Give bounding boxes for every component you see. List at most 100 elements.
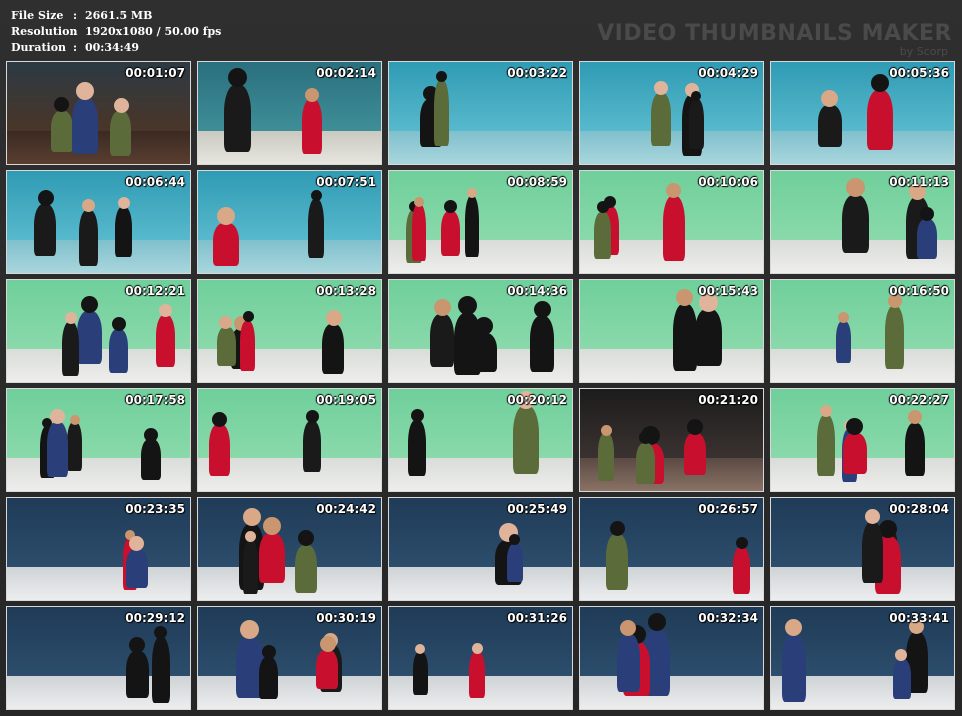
thumbnail-timestamp: 00:22:27 xyxy=(889,393,949,407)
figure-head xyxy=(908,410,922,424)
figure-head xyxy=(865,509,880,524)
figure-silhouette xyxy=(885,306,904,369)
figure-silhouette xyxy=(513,406,539,474)
figure-silhouette xyxy=(62,322,79,376)
video-thumbnail: 00:25:49 xyxy=(388,497,573,601)
figure-head xyxy=(509,534,520,545)
contact-sheet: File Size : 2661.5 MB Resolution : 1920x… xyxy=(0,0,962,716)
figure-head xyxy=(81,296,98,313)
figure-head xyxy=(243,508,261,526)
video-thumbnail: 00:14:36 xyxy=(388,279,573,383)
figure-silhouette xyxy=(34,204,56,256)
thumbnail-timestamp: 00:07:51 xyxy=(316,175,376,189)
figure-head xyxy=(311,190,322,201)
thumbnail-timestamp: 00:05:36 xyxy=(889,66,949,80)
figure-head xyxy=(458,296,477,315)
figure-silhouette xyxy=(606,534,628,590)
thumbnail-timestamp: 00:01:07 xyxy=(125,66,185,80)
file-info-panel: File Size : 2661.5 MB Resolution : 1920x… xyxy=(11,8,221,56)
scene-floor xyxy=(198,567,381,600)
figure-silhouette xyxy=(594,212,611,259)
figure-head xyxy=(217,207,235,225)
figure-silhouette xyxy=(782,635,806,702)
video-thumbnail: 00:04:29 xyxy=(579,61,764,165)
video-thumbnail: 00:32:34 xyxy=(579,606,764,710)
figure-silhouette xyxy=(598,433,614,481)
figure-silhouette xyxy=(316,650,338,689)
figure-silhouette xyxy=(243,540,258,594)
figure-head xyxy=(838,312,849,323)
figure-silhouette xyxy=(110,111,131,156)
figure-silhouette xyxy=(209,424,230,476)
figure-head xyxy=(54,97,69,112)
figure-silhouette xyxy=(430,314,454,367)
video-thumbnail: 00:24:42 xyxy=(197,497,382,601)
scene-floor xyxy=(580,676,763,709)
figure-head xyxy=(785,619,802,636)
figure-head xyxy=(597,201,609,213)
figure-head xyxy=(118,197,130,209)
thumbnail-timestamp: 00:16:50 xyxy=(889,284,949,298)
figure-head xyxy=(895,649,907,661)
figure-silhouette xyxy=(843,433,867,474)
thumbnail-timestamp: 00:25:49 xyxy=(507,502,567,516)
scene-floor xyxy=(7,458,190,491)
figure-silhouette xyxy=(867,90,893,150)
figure-silhouette xyxy=(673,304,697,371)
scene-floor xyxy=(389,131,572,164)
figure-silhouette xyxy=(308,199,324,258)
figure-head xyxy=(240,620,259,639)
figure-silhouette xyxy=(72,98,98,154)
figure-silhouette xyxy=(213,223,239,266)
scene-floor xyxy=(7,567,190,600)
video-thumbnail: 00:11:13 xyxy=(770,170,955,274)
video-thumbnail: 00:13:28 xyxy=(197,279,382,383)
video-thumbnail: 00:16:50 xyxy=(770,279,955,383)
figure-head xyxy=(262,645,276,659)
figure-head xyxy=(472,643,483,654)
thumbnail-timestamp: 00:14:36 xyxy=(507,284,567,298)
figure-head xyxy=(320,636,336,652)
video-thumbnail: 00:31:26 xyxy=(388,606,573,710)
duration-label: Duration xyxy=(11,41,67,54)
figure-head xyxy=(298,530,314,546)
figure-head xyxy=(534,301,551,318)
figure-head xyxy=(243,311,254,322)
watermark-logo: VIDEO THUMBNAILS MAKER by Scorp xyxy=(597,22,952,58)
figure-head xyxy=(414,197,424,207)
figure-silhouette xyxy=(817,415,835,476)
figure-head xyxy=(245,531,256,542)
video-thumbnail: 00:23:35 xyxy=(6,497,191,601)
figure-head xyxy=(434,299,451,316)
thumbnail-timestamp: 00:19:05 xyxy=(316,393,376,407)
thumbnail-timestamp: 00:12:21 xyxy=(125,284,185,298)
figure-silhouette xyxy=(126,549,148,588)
scene-floor xyxy=(771,349,954,382)
thumbnail-timestamp: 00:33:41 xyxy=(889,611,949,625)
figure-head xyxy=(691,91,701,101)
thumbnail-timestamp: 00:20:12 xyxy=(507,393,567,407)
colon: : xyxy=(73,9,78,22)
figure-head xyxy=(38,190,54,206)
video-thumbnail: 00:17:58 xyxy=(6,388,191,492)
figure-head xyxy=(76,82,94,100)
figure-head xyxy=(65,312,77,324)
figure-silhouette xyxy=(733,547,750,594)
resolution-row: Resolution : 1920x1080 / 50.00 fps xyxy=(11,24,221,40)
figure-silhouette xyxy=(413,652,428,695)
thumbnail-timestamp: 00:23:35 xyxy=(125,502,185,516)
figure-head xyxy=(820,405,832,417)
video-thumbnail: 00:33:41 xyxy=(770,606,955,710)
figure-silhouette xyxy=(469,652,485,698)
figure-head xyxy=(920,207,934,221)
figure-head xyxy=(50,409,65,424)
figure-head xyxy=(228,68,247,87)
figure-head xyxy=(154,626,167,639)
figure-silhouette xyxy=(636,443,655,484)
figure-head xyxy=(821,90,838,107)
video-thumbnail: 00:28:04 xyxy=(770,497,955,601)
thumbnail-timestamp: 00:02:14 xyxy=(316,66,376,80)
thumbnail-timestamp: 00:08:59 xyxy=(507,175,567,189)
file-size-value: 2661.5 MB xyxy=(85,9,153,22)
figure-silhouette xyxy=(893,659,911,699)
